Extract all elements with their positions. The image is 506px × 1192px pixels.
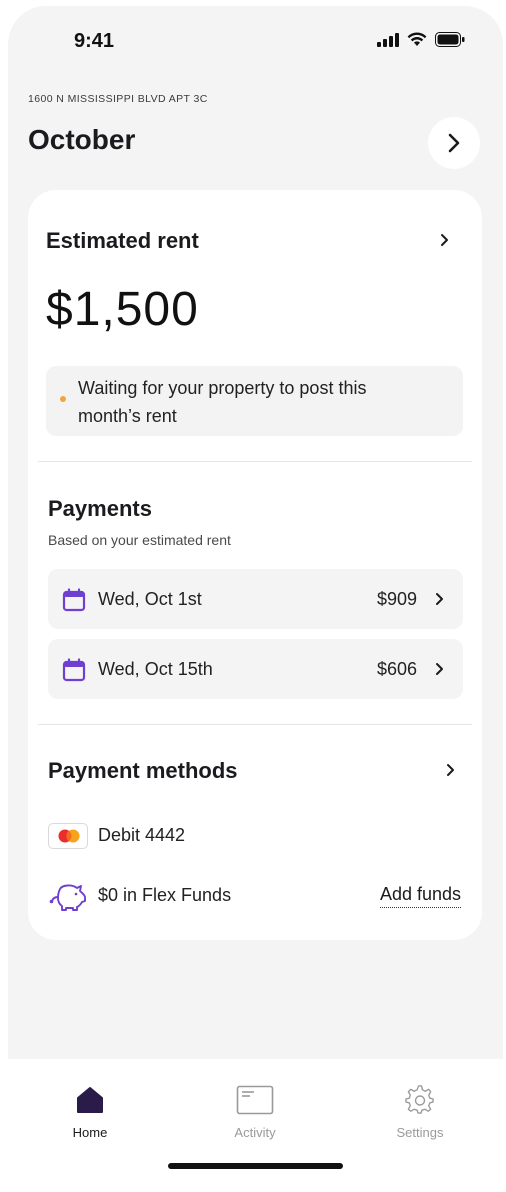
status-bar: 9:41 bbox=[8, 6, 503, 78]
rent-summary-card: Estimated rent $1,500 Waiting for your p… bbox=[28, 190, 482, 940]
flex-funds-row: $0 in Flex Funds Add funds bbox=[48, 880, 463, 912]
signal-icon bbox=[377, 32, 399, 47]
tab-activity-label: Activity bbox=[234, 1125, 276, 1140]
add-funds-link[interactable]: Add funds bbox=[379, 884, 461, 908]
tab-home-label: Home bbox=[72, 1125, 108, 1140]
status-time: 9:41 bbox=[74, 30, 115, 52]
bottom-tab-bar: Home Activity Settings bbox=[8, 1059, 503, 1186]
payment-methods-title: Payment methods bbox=[48, 758, 238, 783]
chevron-right-icon bbox=[431, 591, 447, 607]
flex-funds-label: $0 in Flex Funds bbox=[98, 885, 232, 905]
tab-settings[interactable]: Settings bbox=[370, 1083, 470, 1153]
payment-amount: $909 bbox=[376, 589, 417, 609]
pending-dot-icon bbox=[60, 396, 66, 402]
payment-methods-chevron[interactable] bbox=[442, 762, 458, 778]
notice-line-1: Waiting for your property to post this bbox=[78, 378, 367, 398]
payments-subtitle: Based on your estimated rent bbox=[48, 532, 231, 548]
home-icon bbox=[70, 1083, 110, 1117]
next-month-button[interactable] bbox=[428, 117, 480, 169]
property-address: 1600 N MISSISSIPPI BLVD APT 3C bbox=[28, 93, 208, 105]
chevron-right-icon bbox=[448, 133, 460, 153]
month-title: October bbox=[28, 124, 136, 155]
tab-activity[interactable]: Activity bbox=[205, 1083, 305, 1153]
calendar-icon bbox=[62, 588, 86, 612]
payment-row[interactable]: Wed, Oct 1st $909 bbox=[48, 569, 463, 629]
home-indicator[interactable] bbox=[168, 1163, 343, 1169]
payment-date: Wed, Oct 15th bbox=[98, 659, 213, 679]
status-icons bbox=[377, 32, 465, 47]
piggy-bank-icon bbox=[49, 884, 86, 911]
tab-home[interactable]: Home bbox=[40, 1083, 140, 1153]
chevron-right-icon bbox=[431, 661, 447, 677]
rent-pending-notice: Waiting for your property to post this m… bbox=[46, 366, 463, 436]
activity-icon bbox=[235, 1083, 275, 1117]
phone-screen: 9:41 1600 N MISSISSIPPI BLVD APT 3C Octo… bbox=[8, 6, 503, 1186]
payments-title: Payments bbox=[48, 496, 152, 521]
battery-icon bbox=[435, 32, 465, 47]
tab-settings-label: Settings bbox=[396, 1125, 444, 1140]
wifi-icon bbox=[407, 32, 427, 46]
gear-icon bbox=[400, 1083, 440, 1117]
debit-card-label: Debit 4442 bbox=[98, 825, 186, 845]
debit-card-row[interactable]: Debit 4442 bbox=[48, 820, 463, 852]
divider bbox=[38, 724, 472, 725]
divider bbox=[38, 461, 472, 462]
mastercard-icon bbox=[48, 823, 88, 849]
estimated-rent-chevron[interactable] bbox=[436, 232, 452, 248]
payment-row[interactable]: Wed, Oct 15th $606 bbox=[48, 639, 463, 699]
notice-text: Waiting for your property to post this m… bbox=[78, 374, 448, 430]
notice-line-2: month’s rent bbox=[78, 406, 177, 426]
calendar-icon bbox=[62, 658, 86, 682]
chevron-right-icon bbox=[446, 764, 454, 776]
rent-amount: $1,500 bbox=[46, 283, 199, 336]
payment-amount: $606 bbox=[376, 659, 417, 679]
estimated-rent-title: Estimated rent bbox=[46, 228, 199, 253]
payment-date: Wed, Oct 1st bbox=[98, 589, 202, 609]
chevron-right-icon bbox=[440, 234, 448, 246]
